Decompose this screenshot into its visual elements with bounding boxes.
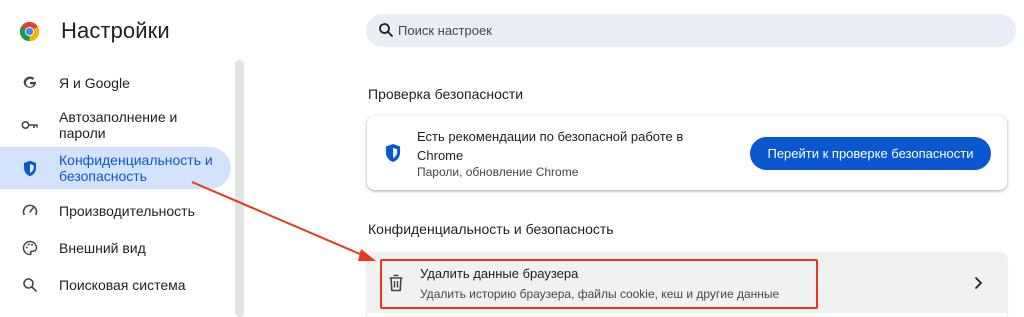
sidebar-item-label: Автозаполнение и пароли [59, 109, 178, 141]
sidebar-item-privacy[interactable]: Конфиденциальность и безопасность [0, 147, 231, 189]
sidebar: Я и Google Автозаполнение и пароли Конфи… [0, 60, 240, 317]
sidebar-item-label: Конфиденциальность и безопасность [59, 152, 213, 184]
safety-check-subtitle: Пароли, обновление Chrome [417, 165, 579, 179]
sidebar-item-label: Я и Google [59, 75, 130, 91]
safety-check-title: Есть рекомендации по безопасной работе в… [417, 129, 684, 163]
search-icon [21, 276, 39, 294]
chrome-logo-icon [19, 21, 40, 42]
sidebar-item-label: Производительность [59, 203, 195, 219]
go-to-safety-check-button[interactable]: Перейти к проверке безопасности [750, 137, 991, 170]
search-placeholder: Поиск настроек [398, 23, 492, 38]
sidebar-item-search-engine[interactable]: Поисковая система [0, 274, 231, 296]
row-divider [367, 313, 1007, 317]
key-icon [21, 116, 39, 134]
sidebar-item-appearance[interactable]: Внешний вид [0, 237, 231, 259]
shield-icon [21, 159, 39, 177]
sidebar-item-label: Поисковая система [59, 277, 186, 293]
privacy-heading: Конфиденциальность и безопасность [368, 221, 614, 237]
shield-icon [385, 143, 401, 163]
sidebar-item-you-and-google[interactable]: Я и Google [0, 72, 231, 94]
sidebar-item-performance[interactable]: Производительность [0, 200, 231, 222]
chevron-right-icon [975, 277, 982, 289]
palette-icon [21, 239, 39, 257]
safety-check-heading: Проверка безопасности [368, 86, 524, 102]
search-icon [379, 23, 393, 37]
google-g-icon [21, 74, 39, 92]
sidebar-item-autofill[interactable]: Автозаполнение и пароли [0, 107, 231, 143]
sidebar-item-label: Внешний вид [59, 240, 146, 256]
speedometer-icon [21, 202, 39, 220]
sidebar-scrollbar[interactable] [235, 60, 244, 317]
search-input[interactable]: Поиск настроек [366, 14, 1016, 47]
page-title: Настройки [61, 18, 170, 43]
safety-check-card: Есть рекомендации по безопасной работе в… [367, 116, 1007, 190]
annotation-highlight-box [380, 259, 818, 309]
